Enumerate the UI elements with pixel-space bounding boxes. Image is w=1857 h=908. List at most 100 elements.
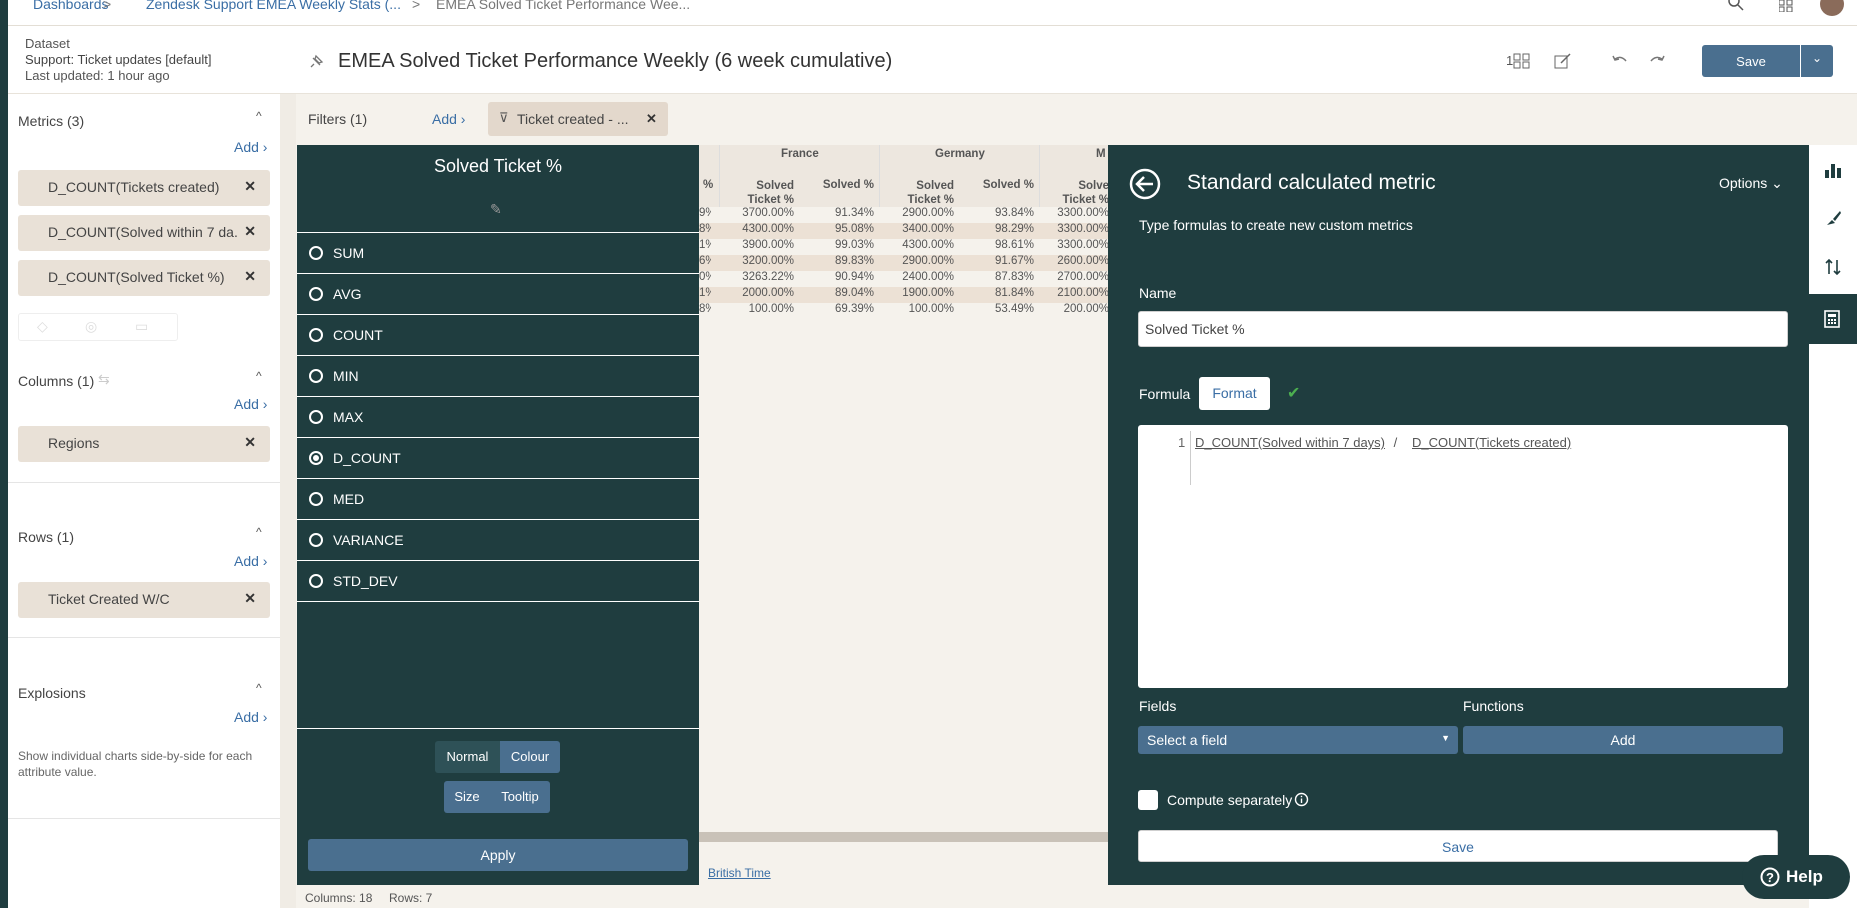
save-button[interactable]: Save [1702,45,1800,77]
avatar[interactable] [1820,0,1844,16]
redo-icon[interactable] [1648,54,1666,68]
table-cell: 3300.00% [1057,239,1109,251]
mode-normal-button[interactable]: Normal [435,741,500,773]
metric-chip[interactable]: D_COUNT(Solved within 7 da... ✕ [18,215,270,251]
collapse-metrics-icon[interactable]: ^ [256,109,262,123]
table-cell: 3400.00% [902,223,954,235]
mode-colour-button[interactable]: Colour [500,741,560,773]
bar-chart-icon[interactable] [1824,161,1842,179]
columns-title: Columns (1) [18,373,95,389]
column-header: Solved % [982,179,1034,191]
agg-option-count[interactable]: COUNT [297,315,699,356]
row-chip[interactable]: Ticket Created W/C ✕ [18,582,270,618]
explosions-description: Show individual charts side-by-side for … [18,749,253,779]
agg-option-d-count[interactable]: D_COUNT [297,438,699,479]
format-button[interactable]: Format [1199,377,1270,410]
page-title: EMEA Solved Ticket Performance Weekly (6… [338,50,893,72]
calculated-metric-panel: Standard calculated metric Options ⌄ Typ… [1108,145,1809,885]
mode-tooltip-button[interactable]: Tooltip [490,781,550,813]
dataset-name[interactable]: Support: Ticket updates [default] [25,52,211,67]
remove-icon[interactable]: ✕ [244,434,256,451]
search-icon[interactable] [1728,0,1744,11]
column-header: Solved Ticket % [907,180,954,206]
add-function-button[interactable]: Add [1463,726,1783,754]
formula-token[interactable]: D_COUNT(Solved within 7 days) [1195,435,1385,450]
timezone-link[interactable]: British Time [708,866,771,880]
agg-option-med[interactable]: MED [297,479,699,520]
agg-option-variance[interactable]: VARIANCE [297,520,699,561]
collapse-columns-icon[interactable]: ^ [256,369,262,383]
svg-text:?: ? [1766,870,1774,885]
pivot-table: France Germany M % Solved Ticket % Solve… [699,145,1109,880]
mode-size-button[interactable]: Size [444,781,490,813]
column-chip[interactable]: Regions ✕ [18,426,270,462]
dataset-label: Dataset [25,36,70,51]
apply-button[interactable]: Apply [308,839,688,871]
calc-save-button[interactable]: Save [1138,830,1778,862]
undo-icon[interactable] [1611,54,1629,68]
help-button[interactable]: ? Help [1742,855,1850,899]
sort-icon[interactable] [1824,258,1842,276]
field-select[interactable]: Select a field ▼ [1138,726,1458,754]
options-menu[interactable]: Options ⌄ [1719,175,1783,192]
compute-separately-checkbox[interactable] [1138,790,1158,810]
table-cell: 8% [699,223,711,235]
table-cell: 1% [699,239,711,251]
breadcrumb-parent[interactable]: Zendesk Support EMEA Weekly Stats (... [146,0,406,12]
calculator-tab[interactable] [1809,294,1857,344]
agg-option-max[interactable]: MAX [297,397,699,438]
table-cell: 91.34% [834,207,874,219]
table-cell: 8% [699,303,711,315]
agg-option-min[interactable]: MIN [297,356,699,397]
remove-icon[interactable]: ✕ [244,268,256,285]
layout-icon[interactable] [1513,53,1531,69]
metric-chip[interactable]: D_COUNT(Solved Ticket %) ✕ [18,260,270,296]
swap-icon[interactable]: ⇆ [98,371,110,388]
add-metric-button[interactable]: Add › [234,139,267,155]
comment-icon[interactable]: ▭ [135,318,148,335]
pencil-icon[interactable]: ✎ [490,201,502,218]
column-header: Solved % [822,179,874,191]
apps-grid-icon[interactable] [1779,0,1793,12]
remove-icon[interactable]: ✕ [244,223,256,240]
color-drop-icon[interactable]: ◇ [37,318,48,335]
remove-icon[interactable]: ✕ [244,590,256,607]
save-options-button[interactable]: ⌄ [1801,45,1833,77]
table-cell: 6% [699,255,711,267]
divider [297,728,699,729]
add-filter-button[interactable]: Add › [432,111,465,127]
dataset-updated: Last updated: 1 hour ago [25,68,170,83]
remove-icon[interactable]: ✕ [646,111,657,127]
table-scrollbar[interactable] [699,832,1109,842]
formula-token[interactable]: D_COUNT(Tickets created) [1412,435,1571,450]
filter-chip[interactable]: ⊽ Ticket created - ... ✕ [488,102,668,136]
sidebar-scrollbar[interactable] [280,94,296,908]
collapse-rows-icon[interactable]: ^ [256,525,262,539]
info-icon[interactable] [1294,792,1309,807]
add-row-button[interactable]: Add › [234,553,267,569]
broadcast-icon[interactable]: ◎ [85,318,97,335]
breadcrumb-dashboards[interactable]: Dashboards [33,0,109,12]
back-arrow-icon[interactable] [1129,168,1161,200]
table-cell: 99.03% [834,239,874,251]
metric-chip[interactable]: D_COUNT(Tickets created) ✕ [18,170,270,206]
table-cell: 3300.00% [1057,207,1109,219]
agg-option-sum[interactable]: SUM [297,233,699,274]
edit-icon[interactable] [1554,53,1572,69]
help-label: Help [1786,867,1823,886]
brush-icon[interactable] [1824,209,1842,227]
agg-option-avg[interactable]: AVG [297,274,699,315]
collapse-explosions-icon[interactable]: ^ [256,681,262,695]
add-column-button[interactable]: Add › [234,396,267,412]
region-header: France [781,148,819,160]
name-input[interactable]: Solved Ticket % [1138,311,1788,347]
region-header: M [1096,148,1106,160]
table-cell: 89.04% [834,287,874,299]
agg-option-std-dev[interactable]: STD_DEV [297,561,699,602]
formula-label: Formula [1139,386,1191,402]
formula-editor[interactable]: 1 D_COUNT(Solved within 7 days) / D_COUN… [1138,425,1788,688]
remove-icon[interactable]: ✕ [244,178,256,195]
pin-icon[interactable] [308,54,324,70]
aggregation-panel: Solved Ticket % ✎ SUM AVG COUNT MIN MAX … [297,145,699,885]
add-explosion-button[interactable]: Add › [234,709,267,725]
